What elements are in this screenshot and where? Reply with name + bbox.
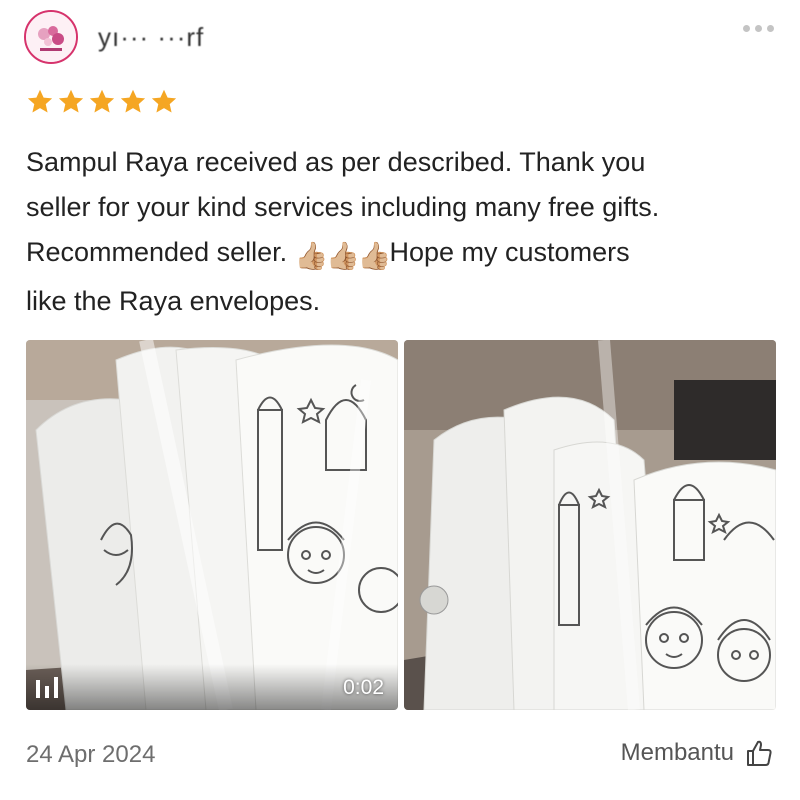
review-header: yı··· ···rf (24, 10, 776, 70)
review-video-thumbnail[interactable]: 0:02 (26, 340, 398, 710)
review-line-segment: Hope my customers (389, 237, 630, 267)
review-date: 24 Apr 2024 (26, 741, 156, 768)
review-photo-image (404, 340, 776, 710)
video-thumbnail-image (26, 340, 398, 710)
star-icon (120, 89, 146, 113)
more-dots-icon (767, 24, 774, 32)
video-bars-icon (36, 677, 58, 698)
reviewer-name[interactable]: yı··· ···rf (98, 22, 204, 53)
thumbs-up-outline-icon (747, 740, 772, 766)
video-duration: 0:02 (343, 676, 384, 699)
star-icon (151, 89, 177, 113)
helpful-label: Membantu (620, 739, 734, 766)
review-text: Sampul Raya received as per described. T… (26, 140, 786, 324)
more-options-button[interactable] (734, 18, 774, 38)
review-line: like the Raya envelopes. (26, 286, 321, 316)
review-line: seller for your kind services including … (26, 192, 660, 222)
more-dots-icon (743, 24, 750, 32)
review-line: Recommended seller. 👍🏼👍🏼👍🏼Hope my custom… (26, 230, 786, 279)
review-line: Sampul Raya received as per described. T… (26, 147, 646, 177)
reviewer-avatar[interactable] (24, 10, 78, 64)
helpful-button[interactable]: Membantu (621, 738, 774, 768)
star-icon (27, 89, 53, 113)
star-rating (26, 88, 178, 120)
star-icon (89, 89, 115, 113)
shop-logo-avatar-icon (26, 12, 76, 62)
star-icon (58, 89, 84, 113)
thumbs-up-emoji: 👍🏼👍🏼👍🏼 (294, 241, 392, 271)
review-line-segment: Recommended seller. (26, 237, 295, 267)
more-dots-icon (755, 24, 762, 32)
review-photo-thumbnail[interactable] (404, 340, 776, 710)
